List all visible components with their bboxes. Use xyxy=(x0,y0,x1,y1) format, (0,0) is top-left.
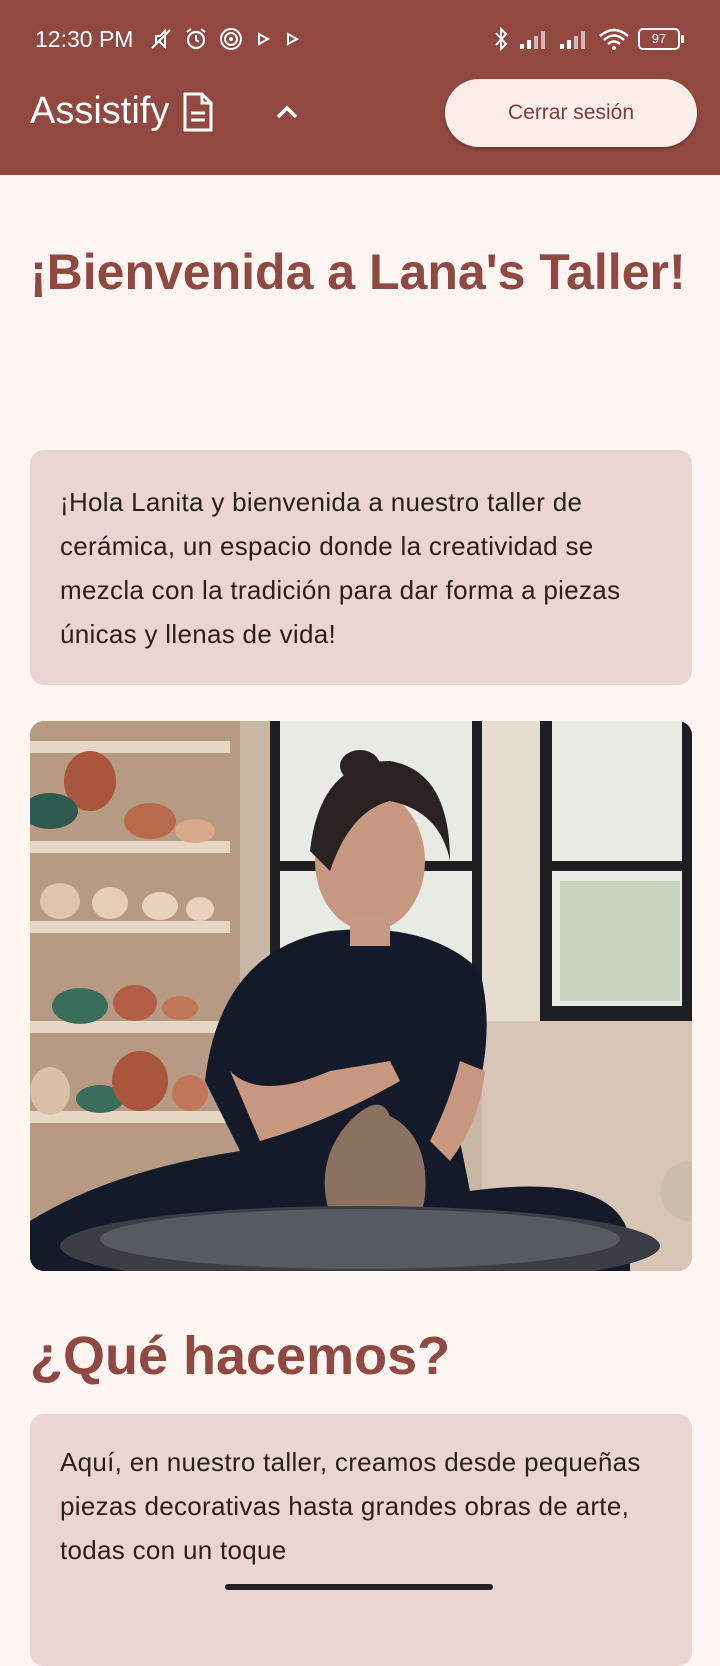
section-text: Aquí, en nuestro taller, creamos desde p… xyxy=(60,1447,641,1565)
document-icon xyxy=(183,92,213,131)
logout-button[interactable]: Cerrar sesión xyxy=(445,79,697,147)
chevron-up-icon[interactable] xyxy=(272,102,302,122)
play-icon xyxy=(258,32,271,46)
status-right-icons: 97 xyxy=(492,26,684,52)
app-title: Assistify xyxy=(30,90,170,132)
section-title: ¿Qué hacemos? xyxy=(30,1326,451,1386)
section-card: Aquí, en nuestro taller, creamos desde p… xyxy=(30,1414,692,1666)
signal-icon xyxy=(560,31,585,49)
mute-icon xyxy=(151,28,171,50)
welcome-text: ¡Hola Lanita y bienvenida a nuestro tall… xyxy=(60,487,621,649)
wifi-icon xyxy=(599,28,629,50)
status-time: 12:30 PM xyxy=(35,26,134,52)
signal-icon xyxy=(520,31,545,49)
app-brand: Assistify xyxy=(30,90,215,133)
fingerprint-icon xyxy=(220,28,242,50)
alarm-icon xyxy=(186,28,206,50)
play-icon xyxy=(287,32,300,46)
welcome-card: ¡Hola Lanita y bienvenida a nuestro tall… xyxy=(30,450,692,685)
battery-indicator: 97 xyxy=(638,28,684,50)
workshop-photo xyxy=(30,721,692,1271)
bluetooth-icon xyxy=(495,26,508,52)
status-bar: 12:30 PM 97 xyxy=(0,0,720,80)
status-left-icons xyxy=(148,26,302,52)
home-indicator[interactable] xyxy=(225,1584,493,1590)
pottery-photo-illustration xyxy=(30,721,692,1271)
main-content: ¡Bienvenida a Lana's Taller! ¡Hola Lanit… xyxy=(30,175,692,1666)
app-bar: 12:30 PM 97 Assistify Cerrar sesión xyxy=(0,0,720,175)
welcome-title: ¡Bienvenida a Lana's Taller! xyxy=(30,244,686,300)
